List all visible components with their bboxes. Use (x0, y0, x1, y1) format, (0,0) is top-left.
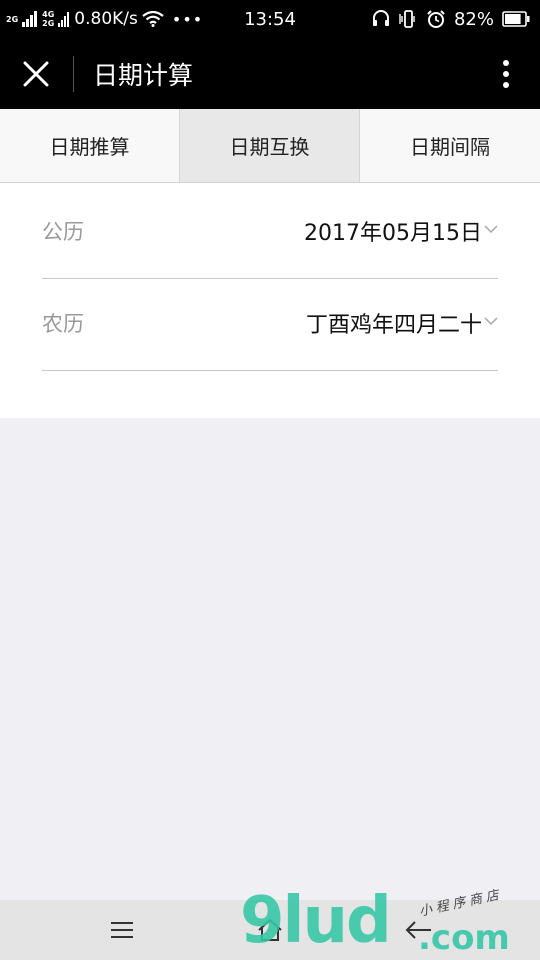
battery-icon (502, 11, 530, 27)
nav-divider (73, 56, 74, 92)
gregorian-row[interactable]: 公历 2017年05月15日 (42, 183, 498, 279)
chevron-down-icon (484, 316, 498, 326)
more-menu-button[interactable] (492, 56, 520, 92)
nav-bar: 日期计算 (0, 38, 540, 109)
more-notifications-icon: ••• (171, 9, 204, 29)
chevron-down-icon (484, 224, 498, 234)
battery-fill (505, 14, 521, 24)
page-title: 日期计算 (93, 60, 194, 90)
wifi-icon (142, 11, 164, 27)
network-speed: 0.80K/s (74, 9, 138, 29)
signal2-label: 4G 2G (42, 10, 55, 28)
lunar-label: 农历 (42, 312, 84, 336)
lunar-row[interactable]: 农历 丁酉鸡年四月二十 (42, 275, 498, 371)
menu-icon (111, 922, 133, 938)
signal-bars-icon (22, 11, 38, 27)
status-right: 82% (372, 0, 530, 38)
signal-bars-small-icon (58, 12, 70, 27)
status-left: 2G 4G 2G 0.80K/s ••• (6, 0, 203, 38)
back-button[interactable] (398, 910, 438, 950)
battery-percent: 82% (453, 8, 494, 30)
back-arrow-icon (405, 921, 431, 939)
home-icon (258, 918, 282, 941)
tab-date-interval[interactable]: 日期间隔 (360, 109, 540, 182)
tab-date-convert[interactable]: 日期互换 (180, 109, 360, 182)
lunar-value: 丁酉鸡年四月二十 (305, 313, 482, 338)
convert-form: 公历 2017年05月15日 农历 丁酉鸡年四月二十 (0, 183, 540, 418)
system-nav-bar (0, 900, 540, 960)
close-button[interactable] (14, 54, 58, 94)
more-vertical-icon (503, 60, 509, 88)
vibrate-icon (399, 10, 415, 28)
status-bar: 2G 4G 2G 0.80K/s ••• 13:54 82% (0, 0, 540, 38)
tab-bar: 日期推算 日期互换 日期间隔 (0, 109, 540, 183)
alarm-icon (427, 10, 445, 28)
home-button[interactable] (250, 910, 290, 950)
headset-icon (372, 10, 389, 26)
gregorian-label: 公历 (42, 220, 84, 244)
gregorian-picker[interactable]: 2017年05月15日 (304, 183, 498, 279)
tab-date-calc[interactable]: 日期推算 (0, 109, 180, 182)
signal1-label: 2G (6, 14, 19, 24)
gregorian-value: 2017年05月15日 (304, 221, 482, 246)
menu-button[interactable] (102, 910, 142, 950)
lunar-picker[interactable]: 丁酉鸡年四月二十 (306, 275, 498, 371)
close-icon (23, 61, 49, 87)
